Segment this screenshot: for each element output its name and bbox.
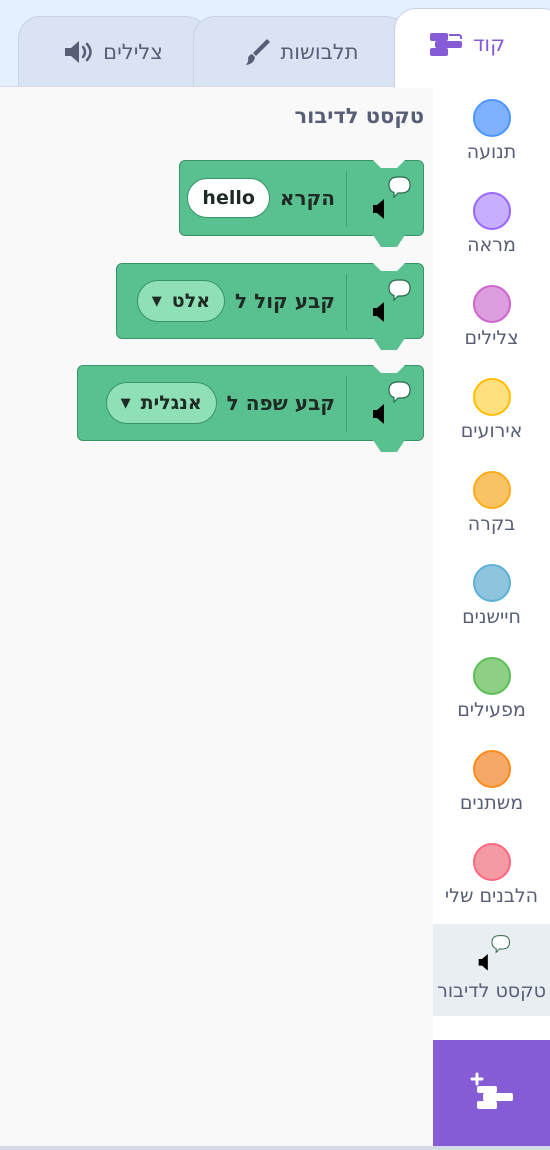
block-content: קבע שפה ל אנגלית ▼ — [105, 366, 335, 440]
speaker-icon — [63, 39, 93, 65]
text-to-speech-icon — [472, 934, 512, 974]
category-looks[interactable]: מראה — [433, 180, 550, 273]
category-color-dot — [472, 657, 511, 695]
category-label: בקרה — [467, 513, 516, 535]
block-content: קבע קול ל אלט ▼ — [136, 264, 335, 338]
language-dropdown-value: אנגלית — [140, 392, 202, 414]
block-separator — [346, 274, 347, 330]
palette-section-title: טקסט לדיבור — [294, 104, 424, 128]
category-label: תנועה — [466, 141, 517, 163]
speak-block[interactable]: הקרא hello — [179, 160, 424, 247]
category-label: טקסט לדיבור — [437, 980, 546, 1002]
block-separator — [346, 376, 347, 432]
category-menu: תנועה מראה צלילים אירועים בקרה חיישנים מ… — [433, 86, 550, 1149]
tab-costumes[interactable]: תלבושות — [193, 16, 408, 86]
bottom-divider — [0, 1146, 550, 1150]
category-label: אירועים — [460, 420, 523, 442]
category-label: מראה — [467, 234, 516, 256]
category-text-to-speech[interactable]: טקסט לדיבור — [433, 924, 550, 1016]
category-color-dot — [472, 843, 511, 881]
voice-dropdown[interactable]: אלט ▼ — [136, 280, 226, 322]
category-operators[interactable]: מפעילים — [433, 645, 550, 738]
block-notch — [373, 160, 405, 168]
block-notch — [373, 365, 405, 373]
category-my-blocks[interactable]: הלבנים שלי — [433, 831, 550, 924]
add-extension-icon — [469, 1072, 515, 1116]
code-blocks-icon — [429, 31, 463, 57]
category-events[interactable]: אירועים — [433, 366, 550, 459]
category-color-dot — [472, 285, 511, 323]
category-label: צלילים — [464, 327, 519, 349]
text-to-speech-icon — [367, 380, 411, 428]
speak-block-label: הקרא — [279, 186, 335, 210]
category-color-dot — [472, 378, 511, 416]
tab-sounds[interactable]: צלילים — [18, 16, 208, 86]
voice-dropdown-value: אלט — [171, 290, 211, 312]
block-palette — [0, 86, 434, 1149]
caret-down-icon: ▼ — [120, 395, 131, 411]
tab-sounds-label: צלילים — [103, 39, 163, 64]
text-to-speech-icon — [367, 175, 411, 223]
block-content: הקרא hello — [187, 161, 335, 235]
category-label: משתנים — [459, 792, 524, 814]
category-motion[interactable]: תנועה — [433, 87, 550, 180]
category-label: מפעילים — [457, 699, 526, 721]
category-color-dot — [472, 471, 511, 509]
tab-costumes-label: תלבושות — [280, 39, 359, 64]
block-separator — [346, 171, 347, 227]
set-voice-label: קבע קול ל — [235, 289, 335, 313]
text-to-speech-icon — [367, 278, 411, 326]
category-label: חיישנים — [462, 606, 521, 628]
category-color-dot — [472, 99, 511, 137]
category-color-dot — [472, 192, 511, 230]
paintbrush-icon — [243, 37, 271, 67]
category-control[interactable]: בקרה — [433, 459, 550, 552]
category-color-dot — [472, 750, 511, 788]
add-extension-button[interactable] — [433, 1040, 550, 1148]
category-variables[interactable]: משתנים — [433, 738, 550, 831]
tab-code[interactable]: קוד — [394, 8, 550, 88]
block-notch — [373, 263, 405, 271]
category-sound[interactable]: צלילים — [433, 273, 550, 366]
tab-code-label: קוד — [472, 31, 506, 56]
set-language-block[interactable]: קבע שפה ל אנגלית ▼ — [77, 365, 424, 452]
category-color-dot — [472, 564, 511, 602]
set-voice-block[interactable]: קבע קול ל אלט ▼ — [116, 263, 424, 350]
language-dropdown[interactable]: אנגלית ▼ — [105, 382, 217, 424]
set-language-label: קבע שפה ל — [226, 391, 335, 415]
category-sensing[interactable]: חיישנים — [433, 552, 550, 645]
category-label: הלבנים שלי — [444, 885, 539, 907]
caret-down-icon: ▼ — [151, 293, 162, 309]
speak-text-input[interactable]: hello — [187, 178, 270, 218]
